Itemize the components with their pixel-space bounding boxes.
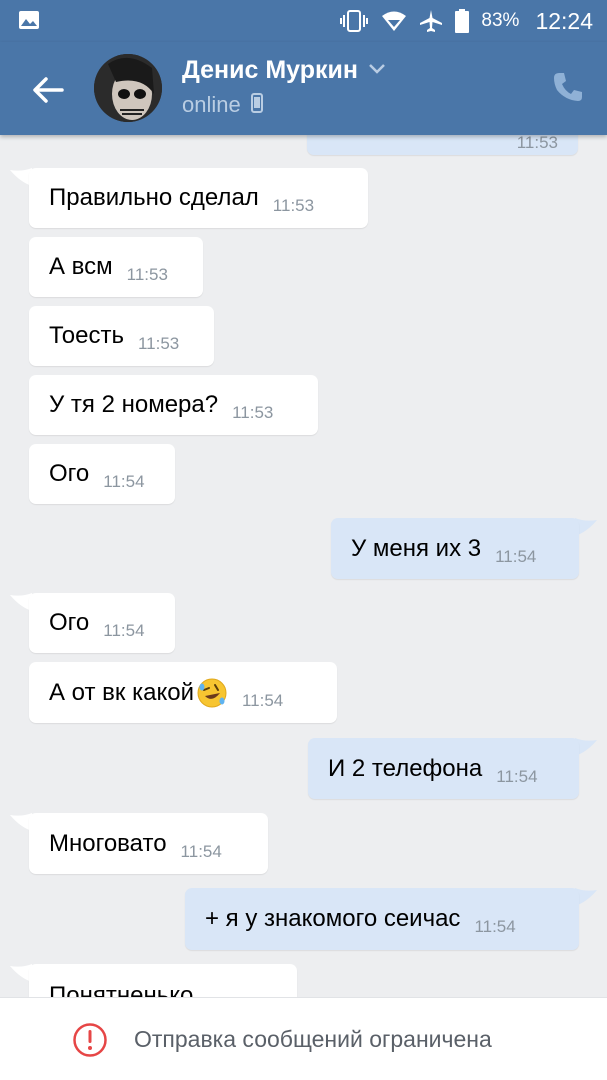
message-text: Ого (49, 460, 90, 487)
message-time: 11:54 (474, 917, 516, 936)
back-arrow-icon[interactable] (28, 70, 68, 110)
message-time: 11:54 (241, 690, 284, 710)
message-bubble-outgoing[interactable]: + я у знакомого сеичас 11:54 (185, 888, 579, 950)
chat-header: Денис Муркин online (0, 42, 607, 135)
message-bubble-outgoing[interactable]: И 2 телефона 11:54 (308, 738, 579, 799)
contact-status: online (182, 92, 241, 117)
message-text: Правильно сделал (49, 184, 259, 211)
message-text: У тя 2 номера? (49, 391, 219, 418)
message-bubble-incoming[interactable]: Многовато 11:54 (29, 813, 268, 874)
message-text: Тоесть (49, 322, 124, 349)
message-text: И 2 телефона (328, 754, 483, 782)
message-time: 11:54 (103, 472, 145, 491)
message-bubble-incoming[interactable]: Ого 11:54 (29, 593, 175, 653)
message-text: А всм (49, 253, 113, 280)
status-bar: 83% 12:24 (0, 0, 607, 42)
message-time: 11:53 (272, 196, 315, 215)
message-bubble-incoming[interactable]: У тя 2 номера? 11:53 (29, 375, 318, 435)
gallery-icon (18, 10, 40, 30)
message-time: 11:53 (516, 135, 558, 152)
clock: 12:24 (535, 7, 593, 34)
message-time: 11:54 (495, 546, 537, 566)
battery-percent: 83% (481, 10, 520, 31)
message-text: + я у знакомого сеичас (205, 905, 461, 932)
message-text: У меня их 3 (351, 534, 482, 562)
message-bubble-incoming[interactable]: Понятненько (29, 964, 297, 997)
message-bubble-incoming[interactable]: Правильно сделал 11:53 (29, 168, 368, 228)
battery-icon (455, 9, 470, 33)
message-bubble-incoming[interactable]: Тоесть 11:53 (29, 306, 214, 366)
message-bubble-outgoing[interactable]: 11:53 (307, 135, 578, 155)
warning-icon (72, 1022, 108, 1058)
wifi-icon (381, 10, 407, 32)
send-restricted-text: Отправка сообщений ограничена (134, 1026, 492, 1052)
message-time: 11:53 (232, 403, 274, 422)
avatar[interactable] (94, 54, 162, 122)
message-bubble-incoming[interactable]: А всм 11:53 (29, 237, 203, 297)
message-time: 11:54 (103, 621, 145, 640)
message-time: 11:54 (496, 766, 538, 786)
message-time: 11:54 (180, 841, 222, 861)
mobile-icon (250, 92, 263, 118)
vibrate-icon (339, 10, 369, 32)
message-text: А от вк какой (49, 678, 194, 706)
message-bubble-incoming[interactable]: Ого 11:54 (29, 444, 175, 504)
message-time: 11:53 (137, 334, 180, 353)
message-list[interactable]: 11:53 Правильно сделал 11:53 А всм 11:53… (0, 135, 607, 997)
message-text: Понятненько (49, 982, 194, 997)
phone-icon[interactable] (551, 70, 585, 104)
contact-name[interactable]: Денис Муркин (182, 56, 358, 85)
message-bubble-incoming[interactable]: А от вк какой 11:54 (29, 662, 337, 723)
message-bubble-outgoing[interactable]: У меня их 3 11:54 (331, 518, 579, 579)
rofl-emoji-icon (196, 677, 228, 709)
send-restricted-bar: Отправка сообщений ограничена (0, 997, 607, 1080)
message-time: 11:53 (126, 265, 168, 284)
message-text: Ого (49, 609, 90, 636)
message-text: Многовато (49, 829, 167, 857)
airplane-icon (419, 9, 443, 33)
chevron-down-icon[interactable] (368, 62, 386, 80)
